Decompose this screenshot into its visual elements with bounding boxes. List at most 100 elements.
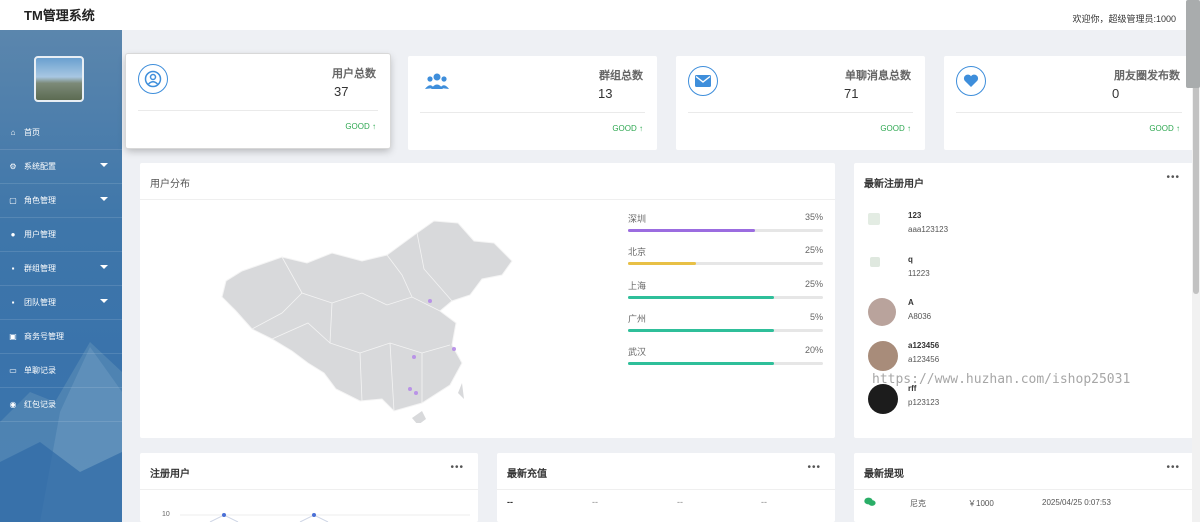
envelope-icon [688, 66, 718, 96]
sidebar-item-users[interactable]: ● 用户管理 [0, 218, 122, 252]
sidebar-item-label: 单聊记录 [24, 366, 56, 375]
caret-down-icon [100, 197, 108, 201]
sidebar-item-chat-log[interactable]: ▭ 单聊记录 [0, 354, 122, 388]
city-row-guangzhou: 广州 5% [628, 312, 823, 342]
status-badge: GOOD ↑ [880, 124, 911, 133]
sidebar-item-label: 首页 [24, 128, 40, 137]
caret-down-icon [100, 299, 108, 303]
divider [688, 112, 913, 113]
more-options-button[interactable]: ••• [1166, 172, 1180, 183]
divider [140, 489, 478, 490]
avatar [868, 341, 898, 371]
panel-title: 用户分布 [150, 179, 190, 190]
user-name: a123456 [908, 341, 940, 350]
list-item[interactable]: 123 aaa123123 [864, 211, 1164, 251]
city-row-wuhan: 武汉 20% [628, 345, 823, 375]
axis-tick-label: 10 [162, 511, 170, 518]
stat-label: 群组总数 [599, 70, 643, 82]
stat-value: 13 [598, 86, 613, 101]
stat-card-messages[interactable]: 单聊消息总数 71 GOOD ↑ [676, 56, 925, 150]
sidebar-item-label: 群组管理 [24, 264, 56, 273]
progress-track [628, 362, 823, 365]
user-icon: ● [10, 229, 16, 239]
user-name: A [908, 298, 914, 307]
list-item[interactable]: rff p123123 [864, 384, 1164, 424]
divider [956, 112, 1182, 113]
divider [420, 112, 645, 113]
panel-title: 最新充值 [507, 469, 547, 480]
list-item[interactable]: A A8036 [864, 298, 1164, 338]
sidebar-item-home[interactable]: ⌂ 首页 [0, 116, 122, 150]
city-percent: 35% [804, 212, 823, 222]
city-percent: 5% [809, 312, 823, 322]
divider [138, 110, 378, 111]
user-id: p123123 [908, 398, 940, 407]
team-icon: ▪ [11, 297, 15, 307]
side-widget[interactable] [1186, 0, 1200, 88]
stat-card-users[interactable]: 用户总数 37 GOOD ↑ [126, 54, 390, 148]
red-packet-icon: ◉ [9, 399, 17, 409]
stat-label: 用户总数 [332, 68, 376, 80]
welcome-text: 欢迎你，超级管理员:1000 [1072, 14, 1176, 24]
heart-icon [956, 66, 986, 96]
status-badge: GOOD ↑ [1149, 124, 1180, 133]
divider [140, 199, 835, 200]
city-name: 上海 [628, 281, 647, 291]
user-name: 123 [908, 211, 922, 220]
divider [497, 489, 835, 490]
registered-users-panel: 注册用户 ••• 10 [140, 453, 478, 522]
sidebar-menu: ⌂ 首页 ⚙ 系统配置 ▢ 角色管理 ● 用户管理 ▪ 群组管理 ▪ 团队管理 [0, 116, 122, 422]
stat-value: 0 [1112, 86, 1120, 101]
table-cell-amount: ￥1000 [968, 499, 994, 508]
more-options-button[interactable]: ••• [450, 462, 464, 473]
user-distribution-panel: 用户分布 深圳 35% 北京 25% 上海 25% 广州 5% 武汉 20% [140, 163, 835, 438]
progress-track [628, 329, 823, 332]
user-id: aaa123123 [908, 225, 949, 234]
sidebar-item-label: 团队管理 [24, 298, 56, 307]
stat-card-groups[interactable]: 群组总数 13 GOOD ↑ [408, 56, 657, 150]
sidebar-item-teams[interactable]: ▪ 团队管理 [0, 286, 122, 320]
sidebar-item-red-packet[interactable]: ◉ 红包记录 [0, 388, 122, 422]
progress-fill [628, 329, 775, 332]
progress-fill [628, 229, 755, 232]
more-options-button[interactable]: ••• [1166, 462, 1180, 473]
avatar [870, 257, 880, 267]
table-cell: -- [677, 497, 683, 507]
stat-card-moments[interactable]: 朋友圈发布数 0 GOOD ↑ [944, 56, 1194, 150]
sidebar-item-business[interactable]: ▣ 商务号管理 [0, 320, 122, 354]
more-options-button[interactable]: ••• [807, 462, 821, 473]
watermark-text: https://www.huzhan.com/ishop25031 [872, 372, 1131, 387]
panel-title: 最新注册用户 [864, 179, 924, 190]
table-cell-name: 尼克 [910, 499, 926, 508]
wechat-icon [864, 497, 876, 506]
sidebar-item-system-config[interactable]: ⚙ 系统配置 [0, 150, 122, 184]
progress-track [628, 229, 823, 232]
latest-users-panel: 最新注册用户 ••• 123 aaa123123 q 11223 A A8036… [854, 163, 1194, 438]
sidebar-item-label: 系统配置 [24, 162, 56, 171]
sidebar-item-groups[interactable]: ▪ 群组管理 [0, 252, 122, 286]
sidebar-item-label: 用户管理 [24, 230, 56, 239]
admin-avatar[interactable] [34, 56, 84, 102]
sidebar-item-label: 红包记录 [24, 400, 56, 409]
chat-icon: ▭ [9, 365, 17, 375]
user-id: A8036 [908, 312, 932, 321]
latest-withdraw-panel: 最新提现 ••• 尼克 ￥1000 2025/04/25 0:07:53 [854, 453, 1194, 522]
user-id: 11223 [908, 269, 930, 278]
divider [854, 489, 1194, 490]
users-group-icon [422, 66, 452, 96]
latest-recharge-panel: 最新充值 ••• -- -- -- -- [497, 453, 835, 522]
china-map [221, 220, 513, 423]
list-item[interactable]: q 11223 [864, 255, 1164, 295]
table-cell: -- [507, 497, 513, 507]
sidebar-item-roles[interactable]: ▢ 角色管理 [0, 184, 122, 218]
user-circle-icon [138, 64, 168, 94]
group-icon: ▪ [11, 263, 15, 273]
registered-users-chart [180, 513, 470, 522]
caret-down-icon [100, 265, 108, 269]
home-icon: ⌂ [10, 127, 16, 137]
avatar [868, 213, 880, 225]
panel-title: 注册用户 [150, 469, 190, 480]
gear-icon: ⚙ [9, 161, 17, 171]
progress-fill [628, 362, 775, 365]
progress-fill [628, 262, 697, 265]
